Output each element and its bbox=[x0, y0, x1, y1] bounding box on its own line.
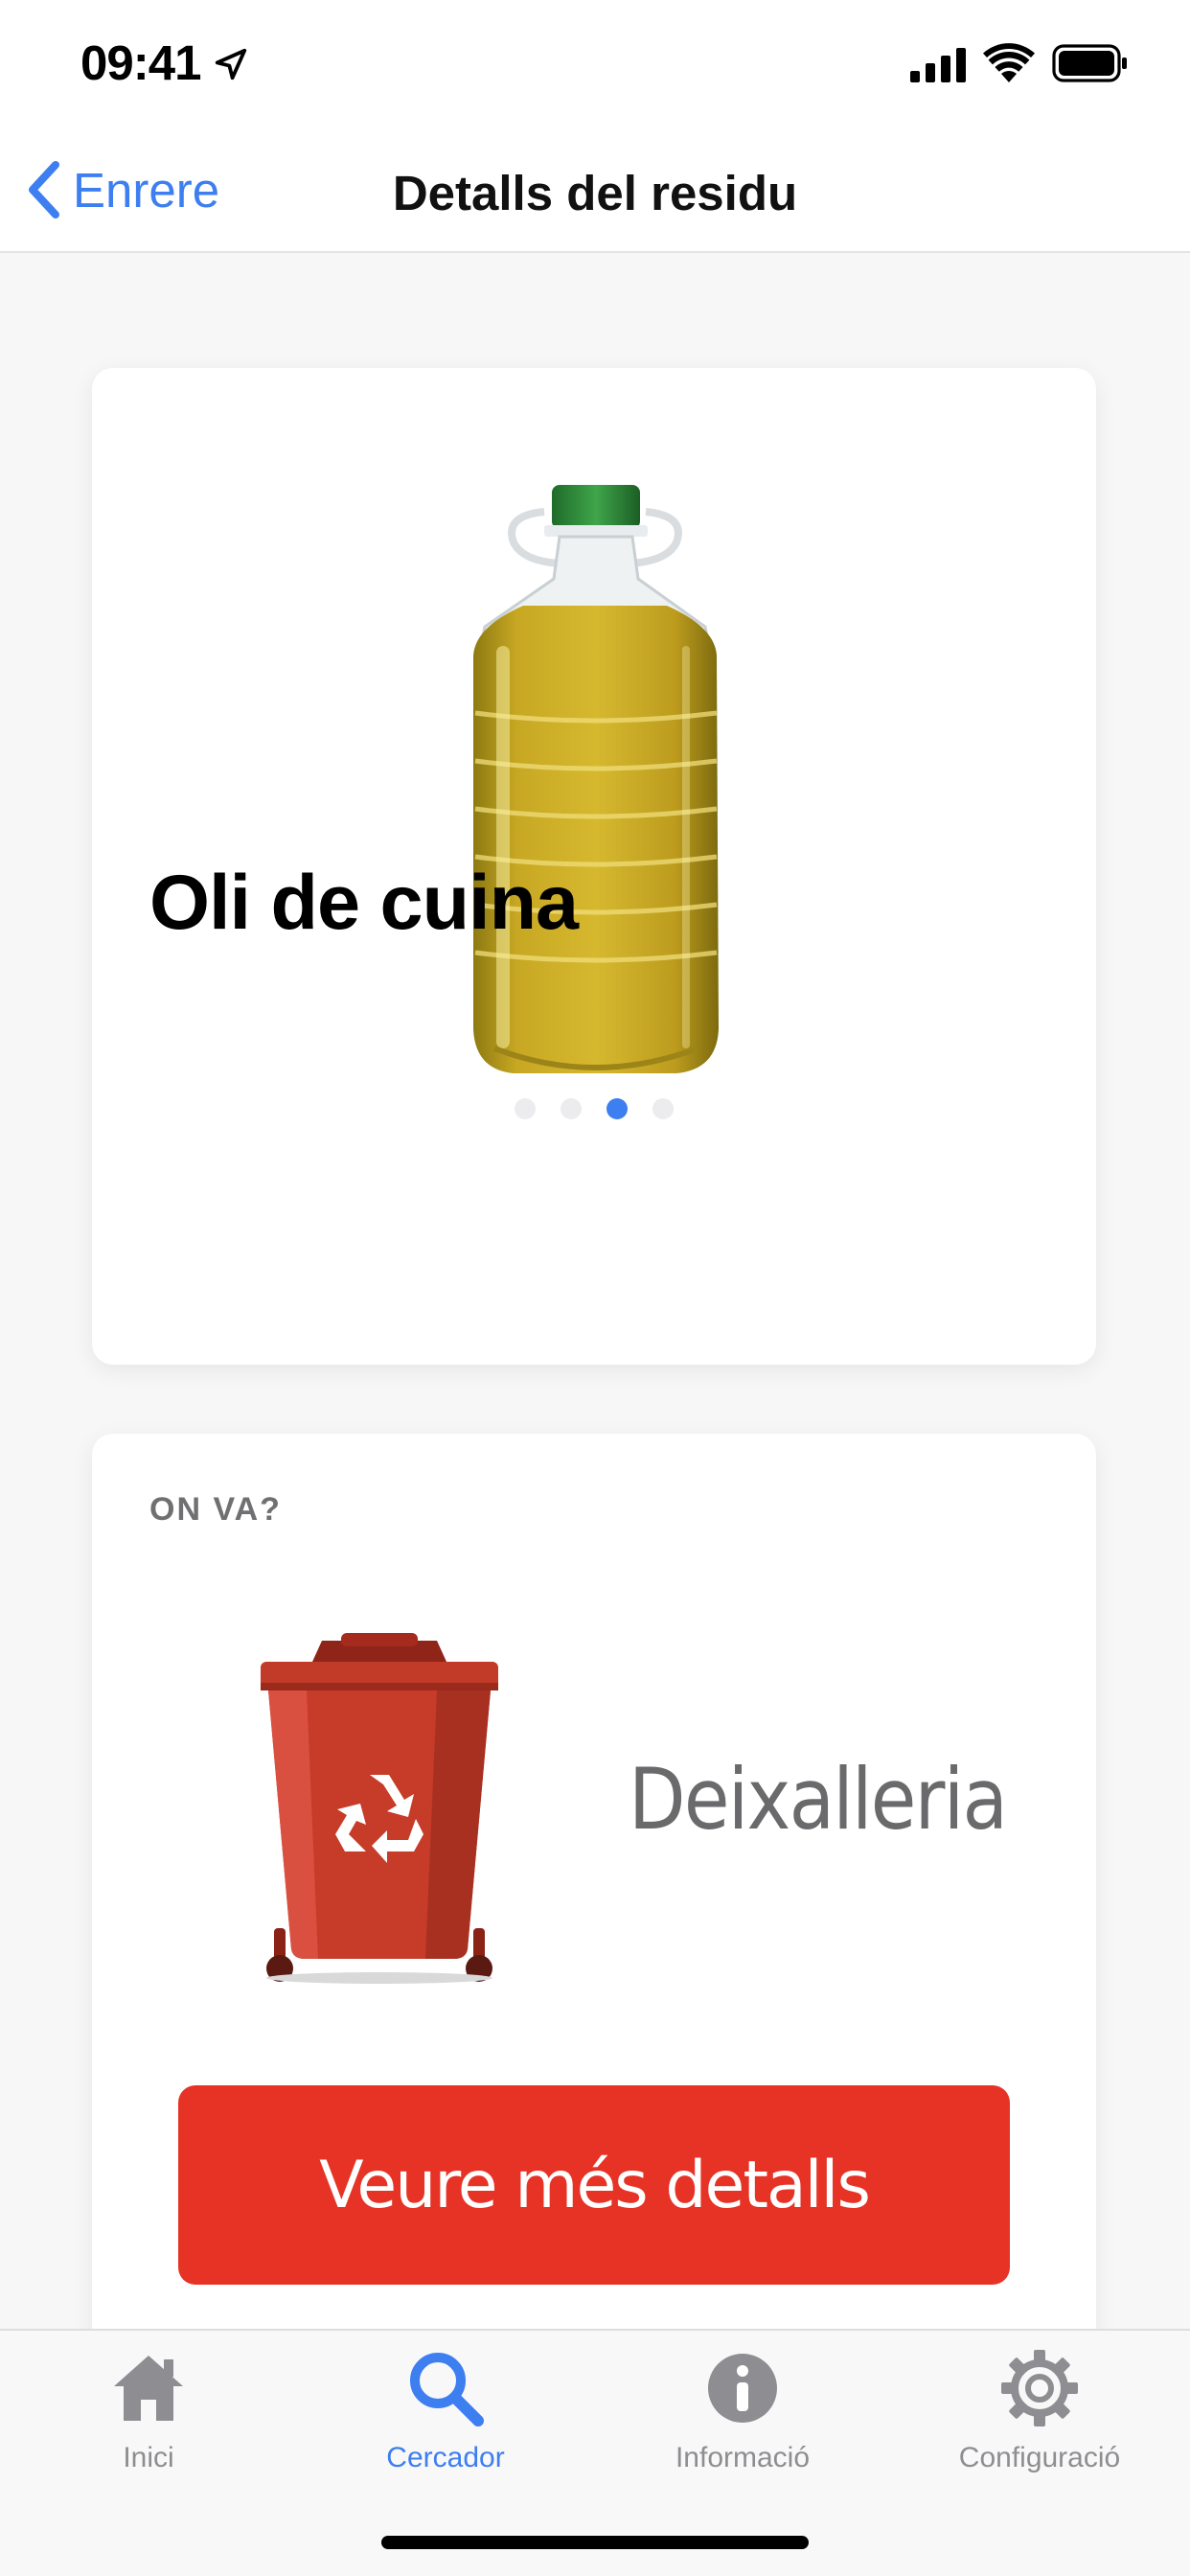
item-name: Oli de cuina bbox=[149, 860, 579, 946]
item-image-carousel[interactable] bbox=[437, 483, 753, 1077]
search-icon bbox=[410, 2353, 484, 2426]
location-arrow-icon bbox=[215, 48, 247, 80]
tab-home[interactable]: Inici bbox=[0, 2348, 297, 2492]
status-time: 09:41 bbox=[80, 35, 201, 90]
status-bar: 09:41 bbox=[0, 0, 1190, 126]
tab-information[interactable]: Informació bbox=[594, 2348, 891, 2492]
tab-settings[interactable]: Configuració bbox=[891, 2348, 1188, 2492]
home-icon bbox=[114, 2356, 183, 2421]
carousel-dot-active[interactable] bbox=[606, 1098, 628, 1119]
wifi-icon bbox=[983, 43, 1035, 82]
tab-label: Inici bbox=[123, 2442, 174, 2473]
item-card: Oli de cuina bbox=[92, 368, 1096, 1365]
recycling-bin-icon bbox=[261, 1633, 498, 1984]
tab-label: Informació bbox=[675, 2442, 811, 2473]
section-label: ON VA? bbox=[149, 1491, 282, 1528]
olive-oil-bottle-image bbox=[473, 485, 719, 1073]
tab-label: Configuració bbox=[958, 2442, 1121, 2473]
home-indicator[interactable] bbox=[381, 2536, 809, 2549]
destination-name: Deixalleria bbox=[629, 1750, 1008, 1849]
cellular-signal-icon bbox=[910, 48, 966, 82]
carousel-dot[interactable] bbox=[561, 1098, 582, 1119]
carousel-dot[interactable] bbox=[515, 1098, 536, 1119]
carousel-page-indicator[interactable] bbox=[92, 1098, 1096, 1119]
page-title: Detalls del residu bbox=[392, 166, 798, 220]
info-icon bbox=[708, 2354, 777, 2423]
gear-icon bbox=[1001, 2350, 1078, 2426]
see-more-details-button[interactable]: Veure més detalls bbox=[178, 2085, 1010, 2285]
battery-icon bbox=[1052, 44, 1127, 82]
navigation-bar: Enrere Detalls del residu bbox=[0, 126, 1190, 253]
recycling-bin-image bbox=[255, 1612, 504, 1986]
tab-search[interactable]: Cercador bbox=[297, 2348, 594, 2492]
carousel-dot[interactable] bbox=[652, 1098, 674, 1119]
tab-label: Cercador bbox=[386, 2442, 505, 2473]
